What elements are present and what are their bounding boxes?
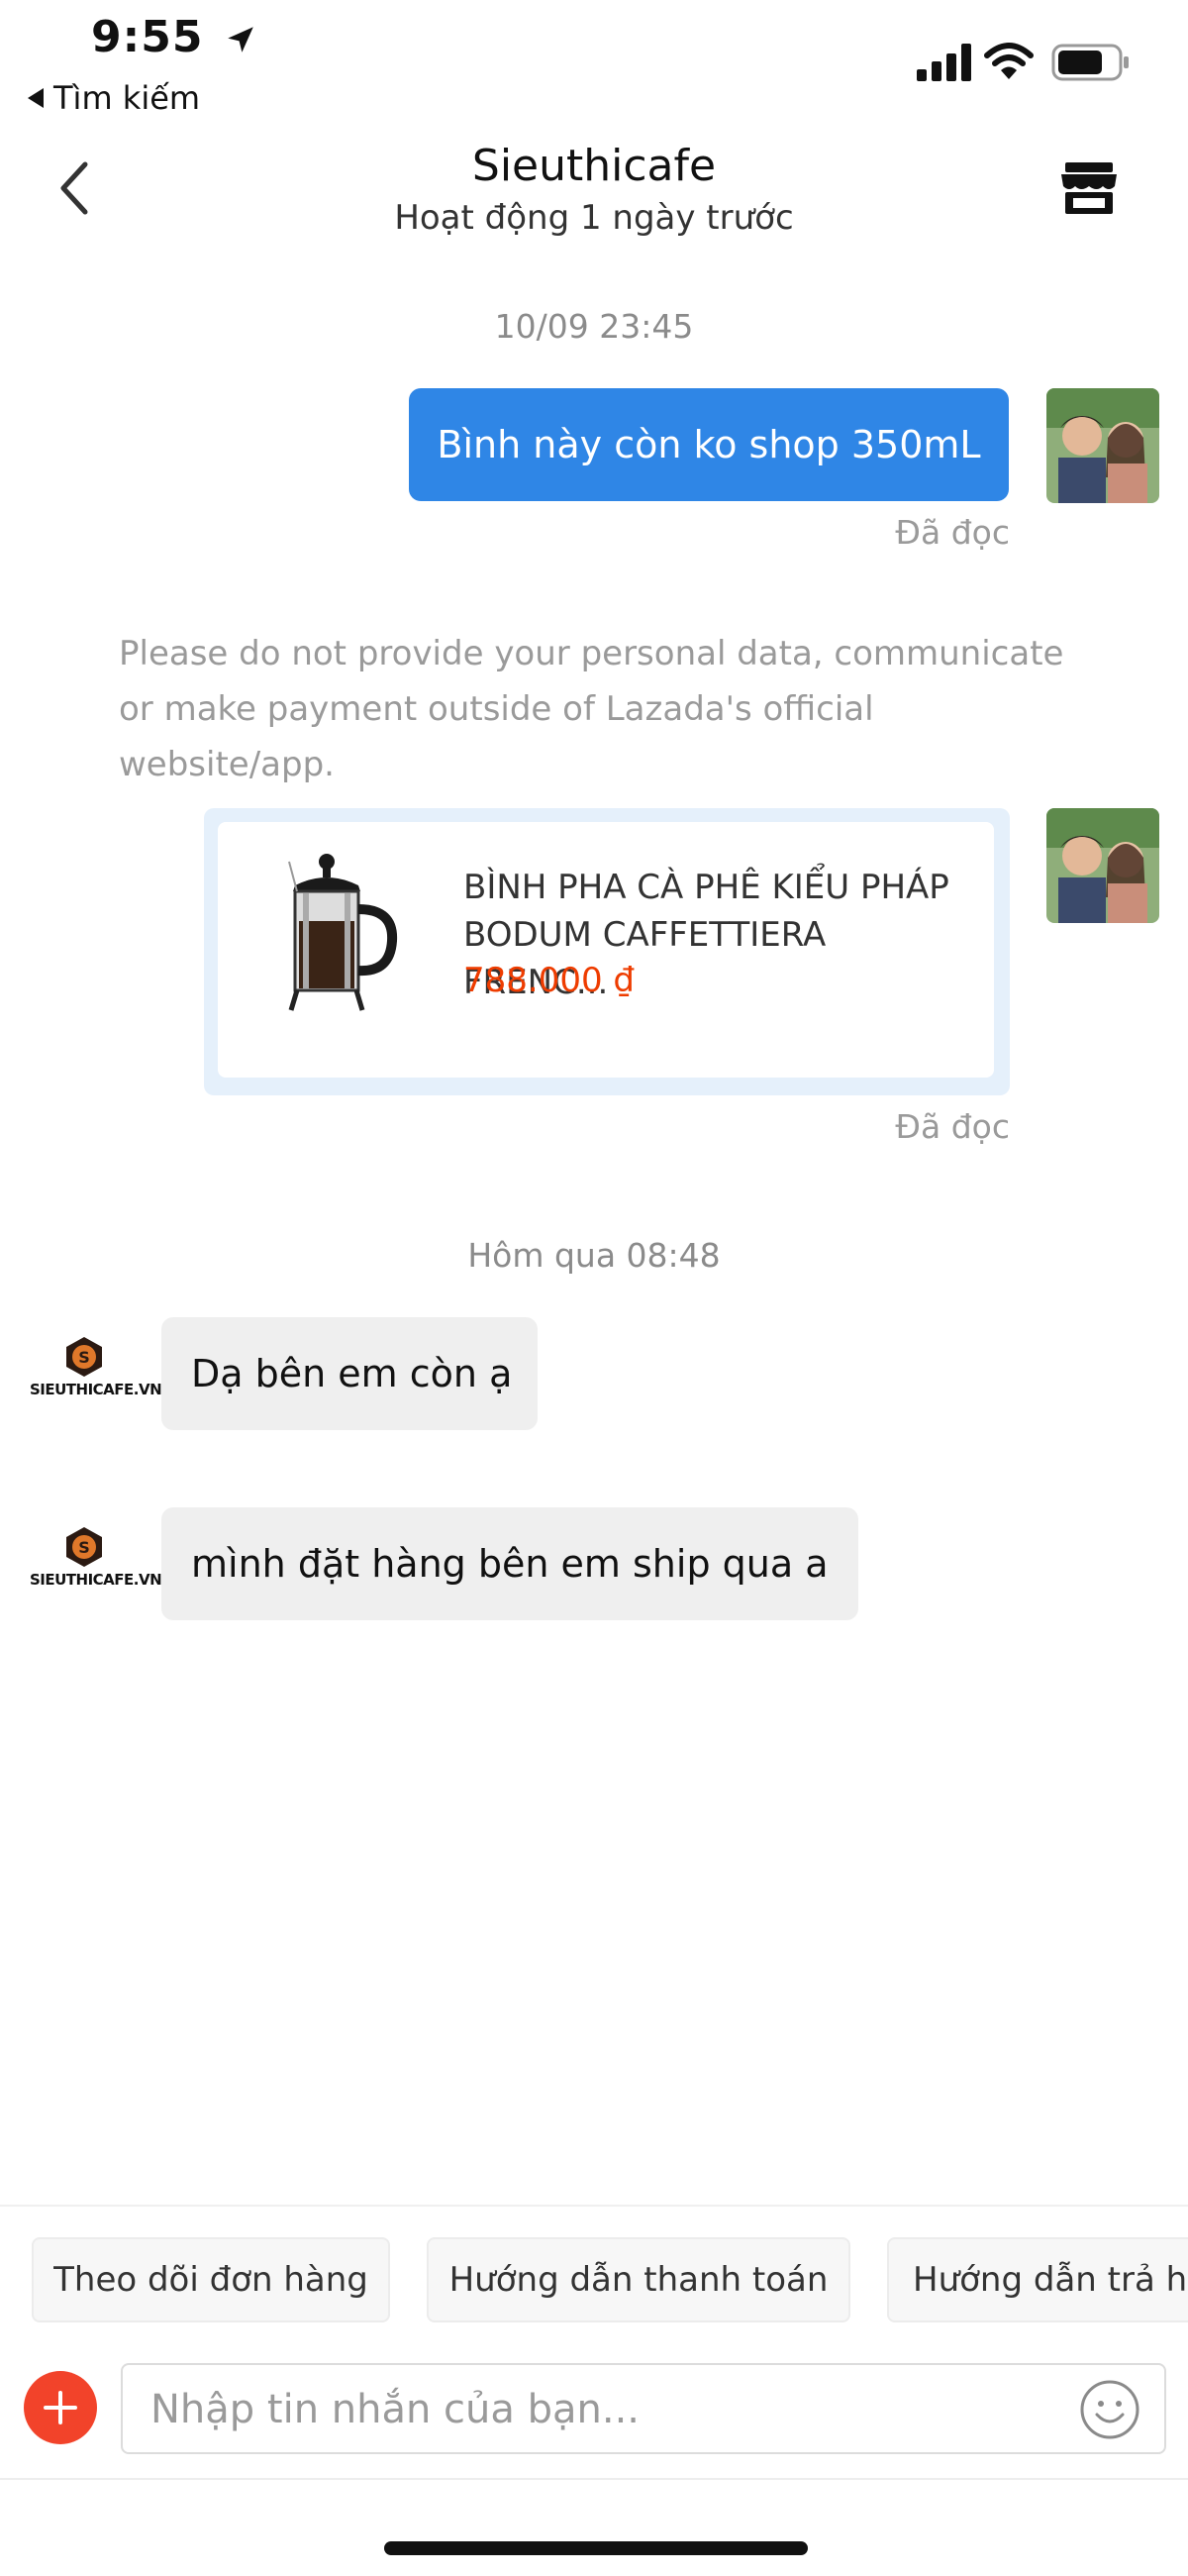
user-avatar-2[interactable] [1046, 808, 1159, 923]
bottom-divider [0, 2478, 1188, 2480]
product-card-inner: BÌNH PHA CÀ PHÊ KIỂU PHÁP BODUM CAFFETTI… [218, 822, 994, 1078]
chat-title: Sieuthicafe [471, 141, 717, 191]
shop-logo-text: SIEUTHICAFE.VN [30, 1381, 162, 1398]
shop-avatar-2[interactable]: S SIEUTHICAFE.VN [30, 1507, 162, 1616]
message-input[interactable] [148, 2379, 1024, 2440]
store-icon[interactable] [1059, 160, 1119, 216]
cellular-signal-icon [917, 44, 971, 81]
quick-reply-track-order[interactable]: Theo dõi đơn hàng [32, 2237, 390, 2322]
privacy-notice: Please do not provide your personal data… [119, 634, 1064, 784]
svg-text:S: S [78, 1348, 90, 1367]
svg-text:S: S [78, 1538, 90, 1557]
incoming-message-bubble[interactable]: mình đặt hàng bên em ship qua a [161, 1507, 858, 1620]
home-indicator[interactable] [384, 2541, 808, 2555]
shop-logo-icon: S [66, 1337, 102, 1377]
quick-reply-return-guide[interactable]: Hướng dẫn trả hà [887, 2237, 1188, 2322]
battery-icon [1051, 44, 1129, 81]
shop-logo-icon: S [66, 1527, 102, 1567]
quick-reply-payment-guide[interactable]: Hướng dẫn thanh toán [427, 2237, 850, 2322]
timestamp-1: 10/09 23:45 [494, 307, 694, 346]
location-arrow-icon [228, 27, 253, 52]
add-attachment-button[interactable] [24, 2371, 97, 2444]
incoming-message-bubble[interactable]: Dạ bên em còn ạ [161, 1317, 538, 1430]
wifi-icon [984, 43, 1034, 79]
quick-replies-divider [0, 2205, 1188, 2207]
shop-logo-text: SIEUTHICAFE.VN [30, 1571, 162, 1589]
shop-avatar[interactable]: S SIEUTHICAFE.VN [30, 1317, 162, 1426]
chat-subtitle: Hoạt động 1 ngày trước [394, 198, 794, 238]
plus-icon [44, 2391, 77, 2424]
outgoing-message-bubble[interactable]: Bình này còn ko shop 350mL [409, 388, 1009, 501]
read-receipt-1: Đã đọc [895, 513, 1010, 552]
product-card[interactable]: BÌNH PHA CÀ PHÊ KIỂU PHÁP BODUM CAFFETTI… [204, 808, 1010, 1095]
message-input-container [121, 2363, 1166, 2454]
product-price: 788.000 ₫ [463, 961, 636, 1000]
read-receipt-2: Đã đọc [895, 1107, 1010, 1146]
emoji-icon[interactable] [1079, 2379, 1140, 2440]
user-avatar[interactable] [1046, 388, 1159, 503]
back-triangle-icon [28, 88, 44, 108]
back-to-search[interactable]: Tìm kiếm [28, 79, 200, 117]
status-time: 9:55 [91, 12, 257, 62]
timestamp-2: Hôm qua 08:48 [467, 1236, 721, 1275]
french-press-image [288, 854, 398, 1011]
